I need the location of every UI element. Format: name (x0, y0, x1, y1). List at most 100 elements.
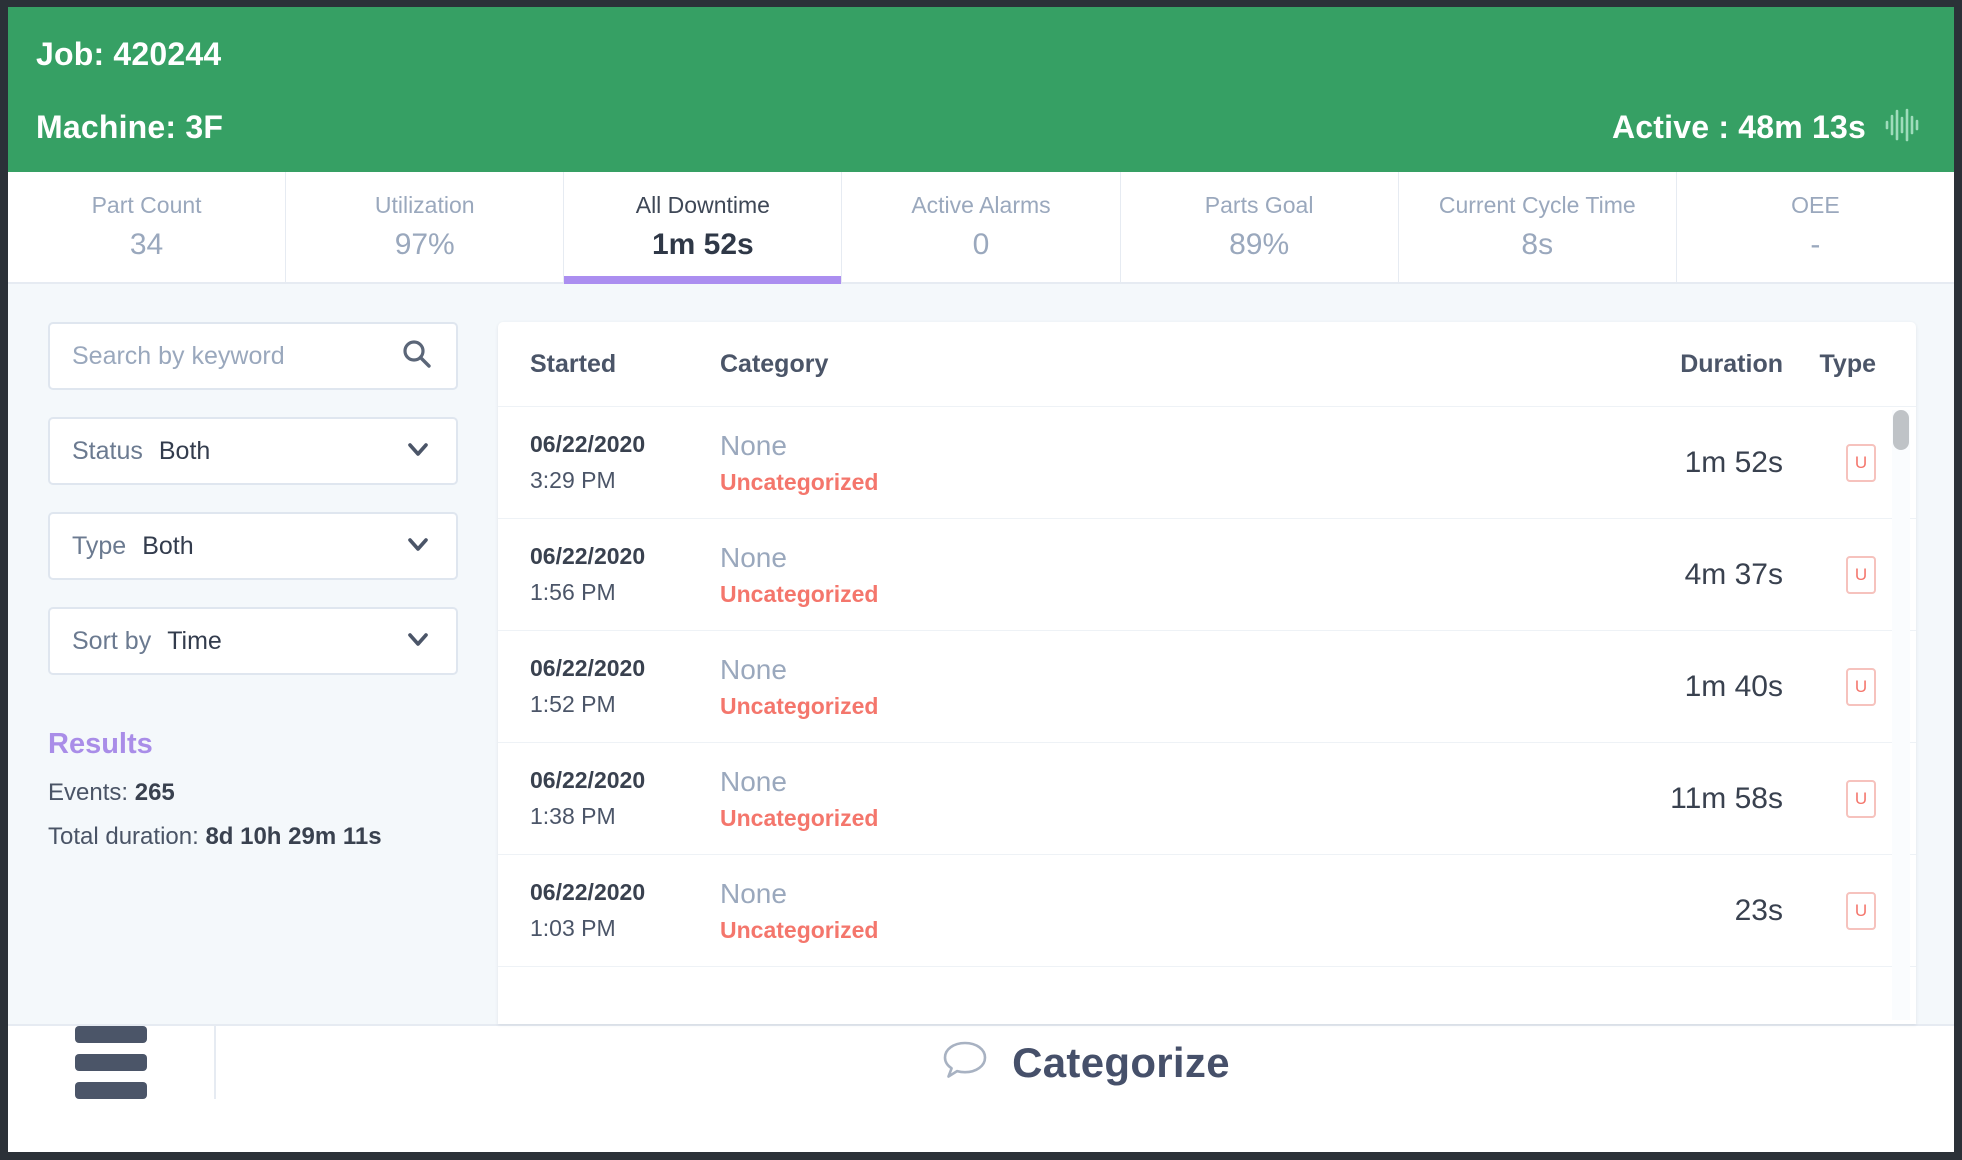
results-duration-value: 8d 10h 29m 11s (205, 823, 382, 850)
active-time-label: Active : 48m 13s (1611, 109, 1866, 146)
row-duration: 23s (1734, 893, 1783, 927)
kpi-label: All Downtime (635, 192, 770, 218)
row-category: None (720, 429, 787, 461)
row-duration: 1m 40s (1684, 669, 1783, 703)
cell-started: 06/22/2020 3:29 PM (530, 431, 720, 494)
table-body: 06/22/2020 3:29 PM None Uncategorized 1m… (498, 407, 1916, 1024)
tab-active-alarms[interactable]: Active Alarms 0 (842, 172, 1121, 282)
cell-category: None Uncategorized (720, 654, 1603, 720)
column-header-type[interactable]: Type (1783, 350, 1888, 379)
chevron-down-icon[interactable] (402, 528, 434, 565)
sort-by-value: Time (167, 626, 222, 655)
cell-type: U (1783, 443, 1888, 482)
kpi-value: 97% (394, 228, 455, 261)
status-filter-value: Both (158, 436, 211, 465)
row-category: None (720, 653, 787, 685)
job-title: Job: 420244 (36, 36, 222, 72)
type-filter-select[interactable]: Type Both (48, 512, 458, 580)
active-status-group: Active : 48m 13s (1612, 105, 1926, 150)
status-badge[interactable]: U (1846, 667, 1876, 706)
row-subcategory: Uncategorized (720, 692, 879, 719)
kpi-label: Active Alarms (911, 192, 1051, 218)
row-subcategory: Uncategorized (720, 580, 879, 607)
type-filter-label: Type (72, 531, 127, 560)
results-heading: Results (48, 728, 153, 760)
row-time: 1:56 PM (530, 579, 616, 605)
tab-oee[interactable]: OEE - (1676, 172, 1954, 282)
type-filter-value: Both (142, 531, 194, 560)
scrollbar-thumb[interactable] (1893, 410, 1909, 450)
column-header-duration[interactable]: Duration (1603, 350, 1783, 379)
cell-category: None Uncategorized (720, 766, 1603, 832)
kpi-value: 89% (1229, 228, 1290, 261)
comment-bubble-icon (940, 1037, 990, 1088)
bottom-action-bar: Categorize (8, 1024, 1954, 1099)
table-row[interactable]: 06/22/2020 1:52 PM None Uncategorized 1m… (498, 631, 1916, 743)
machine-title: Machine: 3F (36, 109, 224, 146)
header-second-row: Machine: 3F Active : 48m 13s (36, 105, 1926, 150)
tab-current-cycle-time[interactable]: Current Cycle Time 8s (1398, 172, 1677, 282)
search-icon[interactable] (400, 337, 434, 376)
kpi-value: 0 (972, 228, 990, 261)
table-row[interactable]: 06/22/2020 3:29 PM None Uncategorized 1m… (498, 407, 1916, 519)
results-events-value: 265 (134, 779, 175, 806)
row-time: 1:03 PM (530, 915, 616, 941)
downtime-events-table: Started Category Duration Type 06/22/202… (498, 322, 1916, 1024)
cell-started: 06/22/2020 1:56 PM (530, 543, 720, 606)
kpi-tab-strip: Part Count 34 Utilization 97% All Downti… (8, 172, 1954, 284)
search-input[interactable]: Search by keyword (48, 322, 458, 390)
status-badge[interactable]: U (1846, 891, 1876, 930)
row-time: 3:29 PM (530, 467, 616, 493)
cell-type: U (1783, 555, 1888, 594)
filter-panel: Search by keyword Status Both Type Both … (48, 322, 458, 1024)
cell-category: None Uncategorized (720, 430, 1603, 496)
table-row[interactable]: 06/22/2020 1:56 PM None Uncategorized 4m… (498, 519, 1916, 631)
row-date: 06/22/2020 (530, 655, 646, 681)
row-subcategory: Uncategorized (720, 916, 879, 943)
status-filter-select[interactable]: Status Both (48, 417, 458, 485)
app-viewport: Job: 420244 Machine: 3F Active : 48m 13s (8, 7, 1954, 1152)
column-header-category[interactable]: Category (720, 350, 1603, 379)
tab-all-downtime[interactable]: All Downtime 1m 52s (564, 172, 843, 284)
cell-type: U (1783, 891, 1888, 930)
kpi-label: Parts Goal (1204, 192, 1314, 218)
kpi-label: Utilization (374, 192, 475, 218)
sort-by-select[interactable]: Sort by Time (48, 607, 458, 675)
tab-utilization[interactable]: Utilization 97% (286, 172, 565, 282)
results-duration-row: Total duration: 8d 10h 29m 11s (48, 823, 458, 851)
row-category: None (720, 541, 787, 573)
main-content: Search by keyword Status Both Type Both … (8, 284, 1954, 1024)
row-time: 1:38 PM (530, 803, 616, 829)
row-subcategory: Uncategorized (720, 468, 879, 495)
chevron-down-icon[interactable] (402, 623, 434, 660)
tab-parts-goal[interactable]: Parts Goal 89% (1120, 172, 1399, 282)
sort-by-label: Sort by (72, 626, 152, 655)
row-subcategory: Uncategorized (720, 804, 879, 831)
table-scrollbar[interactable] (1892, 410, 1910, 1020)
table-row[interactable]: 06/22/2020 1:03 PM None Uncategorized 23… (498, 855, 1916, 967)
row-duration: 11m 58s (1670, 781, 1783, 815)
chevron-down-icon[interactable] (402, 433, 434, 470)
kpi-label: Current Cycle Time (1438, 192, 1636, 218)
row-date: 06/22/2020 (530, 431, 646, 457)
table-row[interactable]: 06/22/2020 1:38 PM None Uncategorized 11… (498, 743, 1916, 855)
column-header-started[interactable]: Started (530, 350, 720, 379)
cell-started: 06/22/2020 1:38 PM (530, 767, 720, 830)
categorize-button[interactable]: Categorize (216, 1026, 1954, 1099)
row-time: 1:52 PM (530, 691, 616, 717)
cell-category: None Uncategorized (720, 878, 1603, 944)
tab-part-count[interactable]: Part Count 34 (8, 172, 287, 282)
menu-button[interactable] (8, 1026, 216, 1099)
status-badge[interactable]: U (1846, 779, 1876, 818)
kpi-value: 34 (129, 228, 164, 261)
cell-started: 06/22/2020 1:03 PM (530, 879, 720, 942)
kpi-value: - (1810, 228, 1821, 261)
status-badge[interactable]: U (1846, 555, 1876, 594)
search-placeholder: Search by keyword (72, 341, 285, 370)
results-events-label: Events: (48, 779, 129, 806)
row-category: None (720, 877, 787, 909)
kpi-label: OEE (1791, 192, 1840, 218)
cell-started: 06/22/2020 1:52 PM (530, 655, 720, 718)
row-duration: 1m 52s (1684, 445, 1783, 479)
status-badge[interactable]: U (1846, 443, 1876, 482)
